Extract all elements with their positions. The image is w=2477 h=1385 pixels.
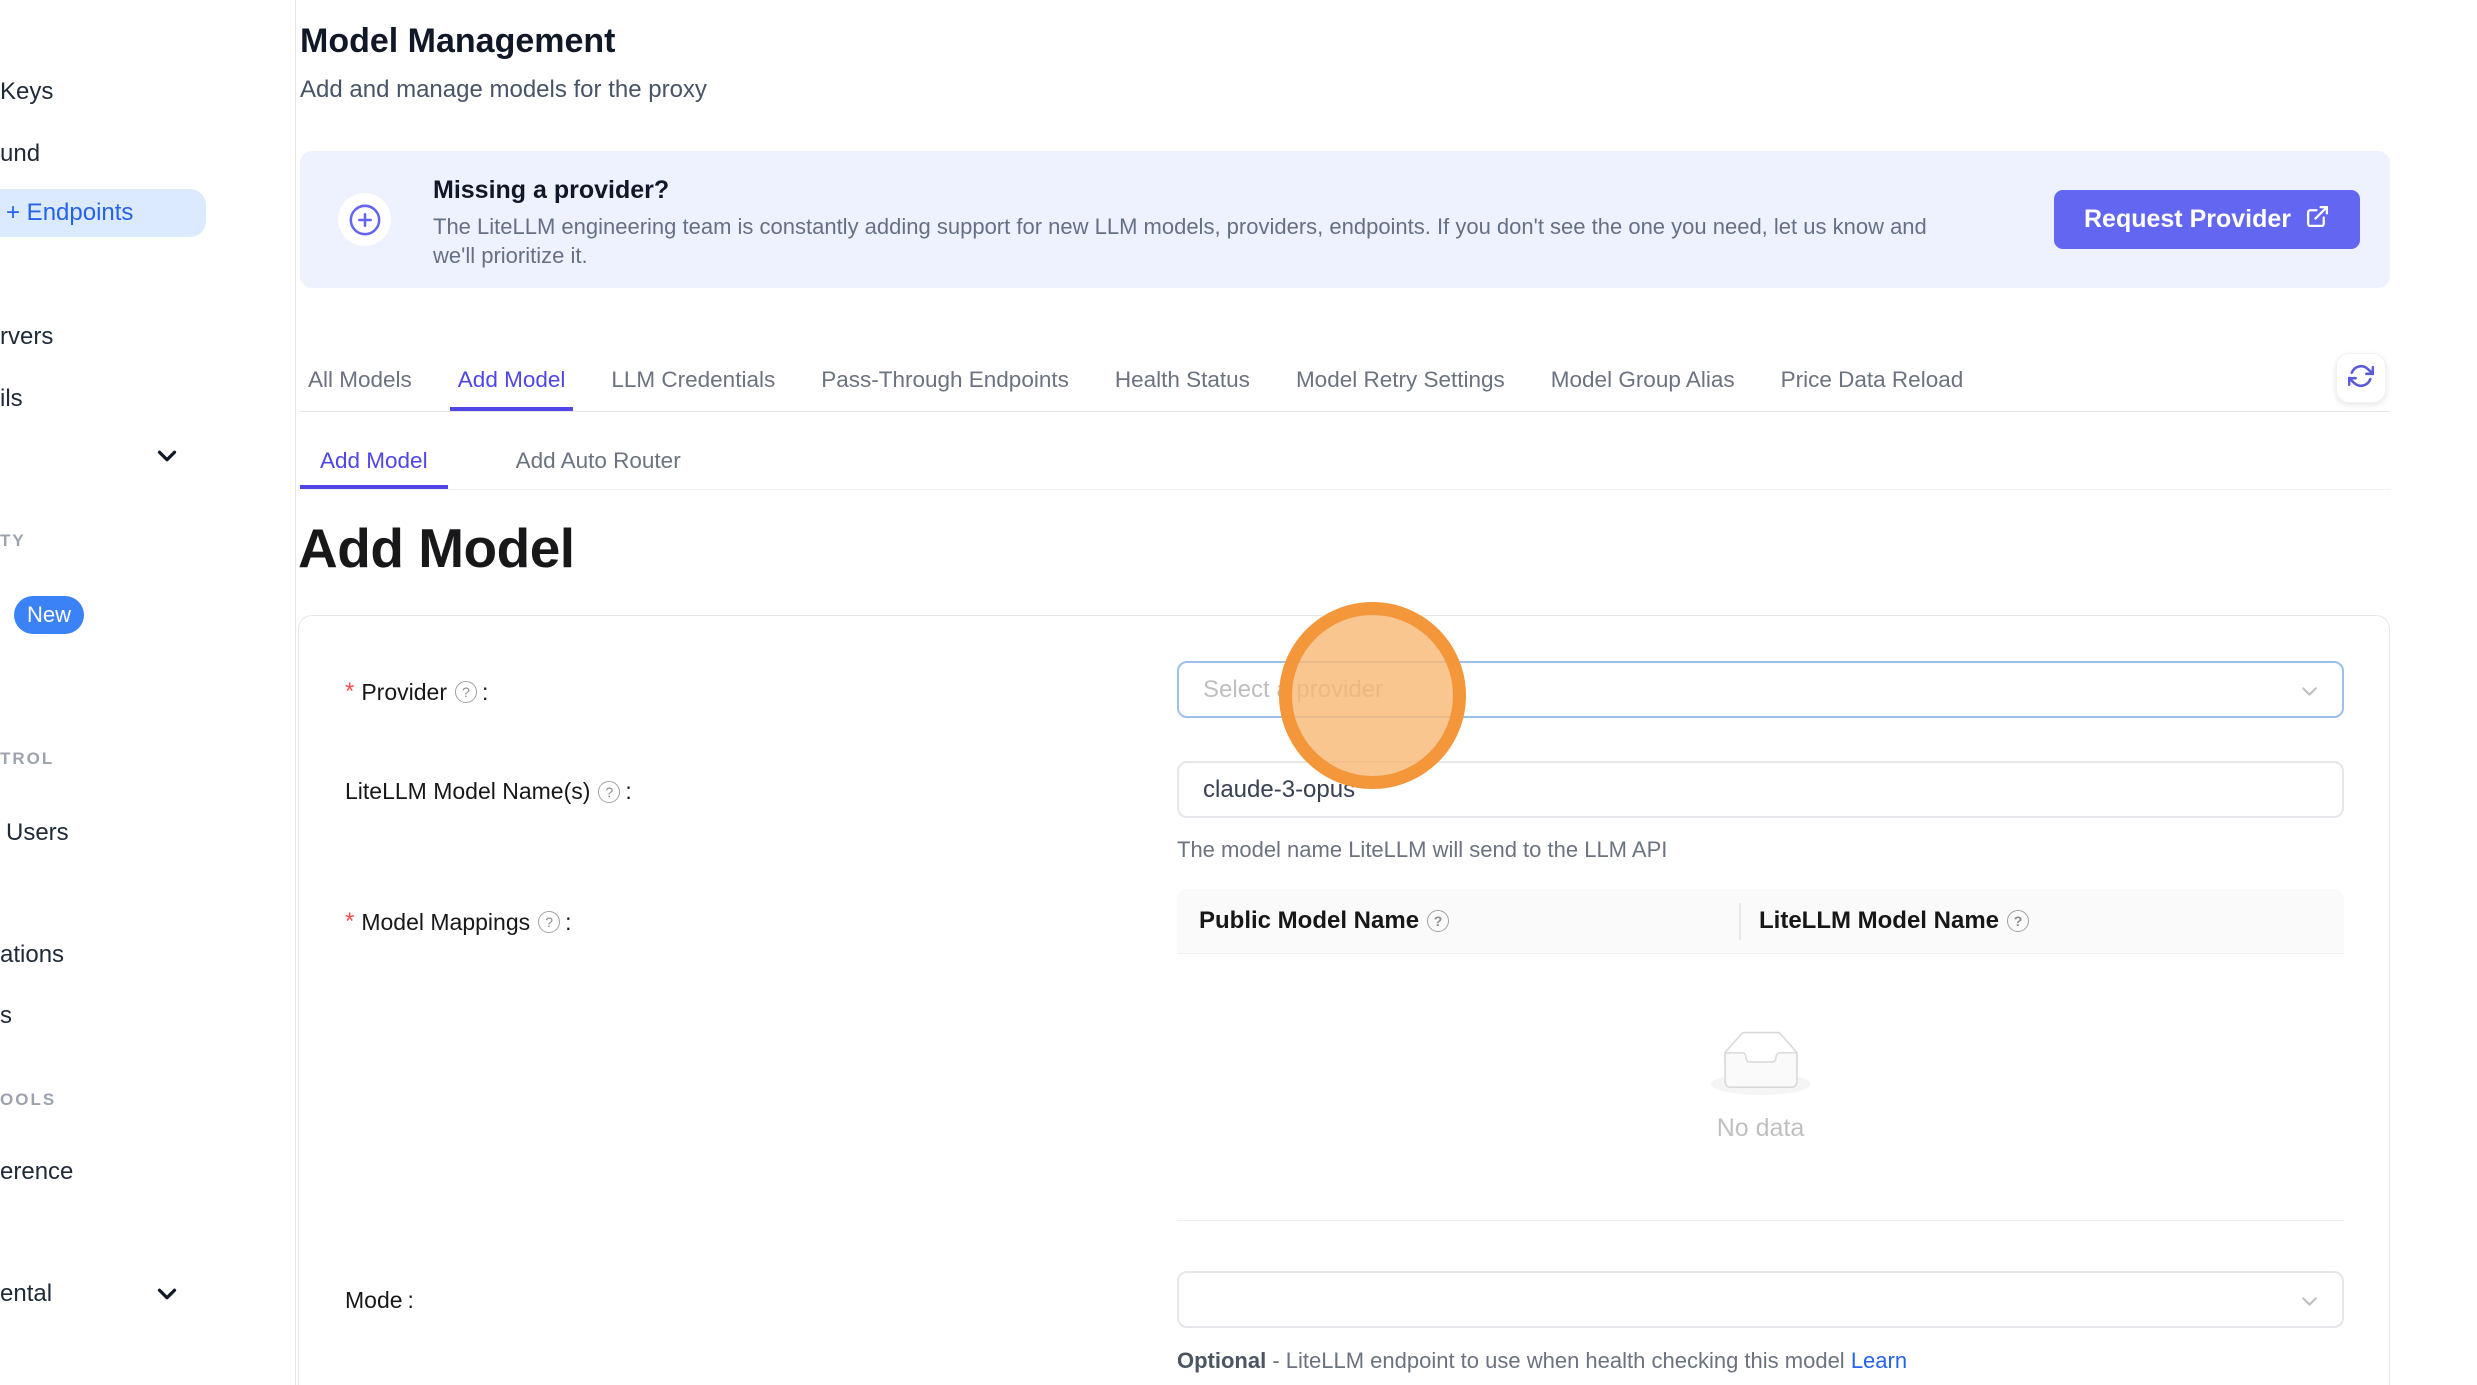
sidebar-item-users[interactable]: Users [6,815,69,851]
sidebar-item-keys[interactable]: Keys [0,74,53,110]
sidebar: Keys und + Endpoints rvers ils TY New TR… [0,0,296,1385]
tab-pass-through-endpoints[interactable]: Pass-Through Endpoints [813,355,1077,411]
sidebar-item-s[interactable]: s [0,998,12,1034]
required-asterisk: * [345,908,354,936]
model-mappings-label: * Model Mappings ? : [345,908,572,936]
subtab-add-auto-router[interactable]: Add Auto Router [496,438,701,489]
no-data-text: No data [1717,1114,1805,1143]
page-subtitle: Add and manage models for the proxy [300,76,707,104]
mode-select[interactable] [1177,1271,2344,1328]
add-model-heading: Add Model [298,516,575,580]
help-icon[interactable]: ? [2007,910,2029,932]
help-icon[interactable]: ? [1427,910,1449,932]
add-model-form-card: * Provider ? : LiteLLM Model Name(s) ? :… [298,615,2390,1385]
banner-title: Missing a provider? [433,176,669,205]
plus-circle-icon [338,193,391,246]
help-icon[interactable]: ? [538,911,560,933]
refresh-icon [2348,363,2374,394]
chevron-down-icon [152,1296,182,1313]
chevron-down-icon [2297,1289,2322,1314]
tab-model-retry-settings[interactable]: Model Retry Settings [1288,355,1513,411]
page-title: Model Management [300,22,615,61]
help-icon[interactable]: ? [455,681,477,703]
sidebar-item-erence[interactable]: erence [0,1154,73,1190]
sidebar-item-ils[interactable]: ils [0,381,23,417]
sidebar-new-badge[interactable]: New [14,596,84,634]
learn-link[interactable]: Learn [1851,1348,1907,1373]
refresh-button[interactable] [2336,353,2386,403]
column-divider [1739,903,1741,940]
sidebar-section-ty: TY [0,527,26,555]
banner-description-line1: The LiteLLM engineering team is constant… [433,214,1927,240]
sidebar-collapse-row[interactable] [152,441,182,471]
required-asterisk: * [345,678,354,706]
sidebar-item-experimental[interactable]: ental [0,1276,52,1312]
model-name-helper: The model name LiteLLM will send to the … [1177,837,1667,863]
tab-health-status[interactable]: Health Status [1107,355,1258,411]
chevron-down-icon [2297,679,2322,704]
mode-label: Mode : [345,1287,414,1314]
provider-select[interactable] [1177,661,2344,718]
model-name-label: LiteLLM Model Name(s) ? : [345,778,632,805]
column-litellm-model-name: LiteLLM Model Name ? [1741,907,2029,935]
tab-llm-credentials[interactable]: LLM Credentials [603,355,783,411]
sidebar-section-tools: OOLS [0,1086,56,1114]
column-public-model-name: Public Model Name ? [1177,907,1741,935]
sidebar-experimental-chevron[interactable] [152,1279,182,1309]
missing-provider-banner: Missing a provider? The LiteLLM engineer… [300,151,2390,288]
tab-model-group-alias[interactable]: Model Group Alias [1543,355,1743,411]
model-name-input[interactable] [1179,763,2342,816]
table-header-row: Public Model Name ? LiteLLM Model Name ? [1177,889,2344,954]
model-mappings-table: Public Model Name ? LiteLLM Model Name ?… [1177,889,2344,1221]
provider-select-input[interactable] [1179,663,2342,716]
empty-inbox-icon [1711,1031,1811,1100]
model-management-page: Keys und + Endpoints rvers ils TY New TR… [0,0,2477,1385]
banner-description-line2: we'll prioritize it. [433,243,588,269]
sidebar-section-trol: TROL [0,745,54,773]
subtab-add-model[interactable]: Add Model [300,438,448,489]
tab-add-model[interactable]: Add Model [450,355,574,411]
sidebar-item-models-endpoints[interactable]: + Endpoints [0,189,206,237]
model-tabs: All Models Add Model LLM Credentials Pas… [300,355,2390,412]
request-provider-button[interactable]: Request Provider [2054,190,2360,249]
external-link-icon [2305,204,2330,236]
model-name-field[interactable] [1177,761,2344,818]
mode-select-input[interactable] [1179,1273,2342,1326]
chevron-down-icon [152,458,182,475]
mode-helper: Optional - LiteLLM endpoint to use when … [1177,1348,1907,1374]
sidebar-item-servers[interactable]: rvers [0,319,53,355]
tab-all-models[interactable]: All Models [300,355,420,411]
sidebar-item-playground[interactable]: und [0,136,40,172]
empty-state: No data [1177,954,2344,1220]
provider-label: * Provider ? : [345,678,488,706]
tab-price-data-reload[interactable]: Price Data Reload [1773,355,1972,411]
sidebar-item-organizations[interactable]: ations [0,937,64,973]
help-icon[interactable]: ? [598,781,620,803]
add-model-subtabs: Add Model Add Auto Router [300,438,2390,490]
